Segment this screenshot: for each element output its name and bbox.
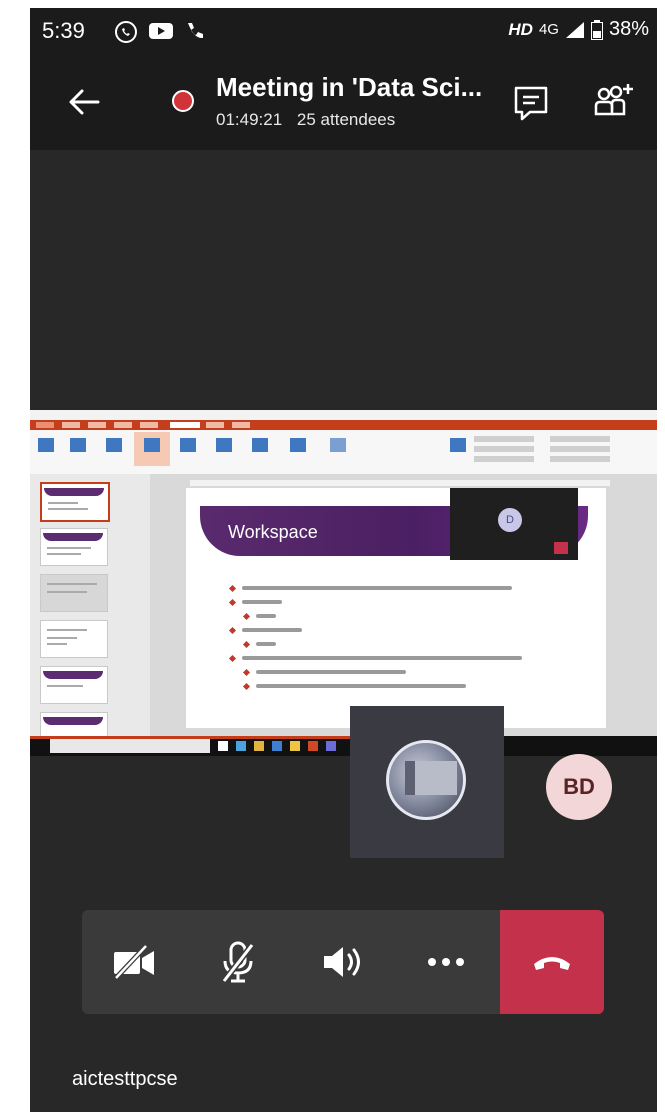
mic-off-icon	[221, 941, 255, 983]
shared-screen[interactable]: Workspace D	[30, 410, 657, 756]
mini-call-window: D	[450, 488, 578, 560]
status-bar: 5:39 HD 4G 38%	[30, 8, 657, 54]
meeting-header: Meeting in 'Data Sci... 01:49:21 25 atte…	[30, 54, 657, 150]
slide-title: Workspace	[228, 522, 318, 542]
more-options-button[interactable]	[394, 910, 498, 1014]
participant-avatar-image	[386, 740, 466, 820]
recording-indicator	[172, 90, 194, 112]
slide-thumbnails[interactable]	[30, 474, 150, 750]
battery-icon	[590, 19, 603, 40]
mic-toggle-button[interactable]	[186, 910, 290, 1014]
meeting-duration: 01:49:21	[216, 110, 283, 129]
hd-label: HD	[508, 19, 533, 39]
chat-icon	[514, 86, 548, 121]
speaker-icon	[324, 947, 360, 977]
participant-tile[interactable]	[350, 706, 504, 858]
status-time: 5:39	[42, 18, 85, 43]
phone-icon	[188, 23, 203, 39]
call-controls	[82, 910, 604, 1014]
notification-icons	[114, 20, 206, 44]
add-people-icon	[594, 84, 633, 116]
meeting-subtitle: 01:49:21 25 attendees	[216, 110, 405, 130]
mini-hangup	[554, 542, 568, 554]
status-right: HD 4G 38%	[508, 18, 649, 41]
hang-up-button[interactable]	[500, 910, 604, 1014]
meeting-screen: 5:39 HD 4G 38% Meeting in 'Data Sci... 0…	[30, 8, 657, 1112]
windows-taskbar	[30, 736, 657, 756]
chat-button[interactable]	[512, 84, 550, 122]
battery-percent: 38%	[608, 18, 649, 40]
speaker-button[interactable]	[290, 910, 394, 1014]
ruler	[190, 480, 610, 486]
video-toggle-button[interactable]	[82, 910, 186, 1014]
attendee-count: 25 attendees	[296, 110, 396, 129]
whatsapp-icon	[115, 21, 137, 43]
signal-icon	[565, 21, 584, 38]
ppt-titlebar	[30, 410, 657, 420]
taskbar-search	[50, 739, 210, 753]
network-label: 4G	[538, 21, 559, 38]
video-off-icon	[114, 944, 154, 980]
participant-avatar-bd[interactable]: BD	[546, 754, 612, 820]
mini-call-avatar: D	[498, 508, 522, 532]
hang-up-icon	[534, 957, 570, 970]
more-icon	[428, 958, 464, 966]
current-user-name: aictesttpcse	[72, 1068, 178, 1090]
back-button[interactable]	[64, 82, 104, 122]
participants-button[interactable]	[592, 80, 638, 124]
meeting-title: Meeting in 'Data Sci...	[216, 72, 483, 102]
ppt-ribbon-tabs	[30, 420, 657, 430]
back-arrow-icon	[69, 89, 100, 115]
ppt-ribbon	[30, 430, 657, 475]
youtube-icon	[149, 23, 173, 39]
